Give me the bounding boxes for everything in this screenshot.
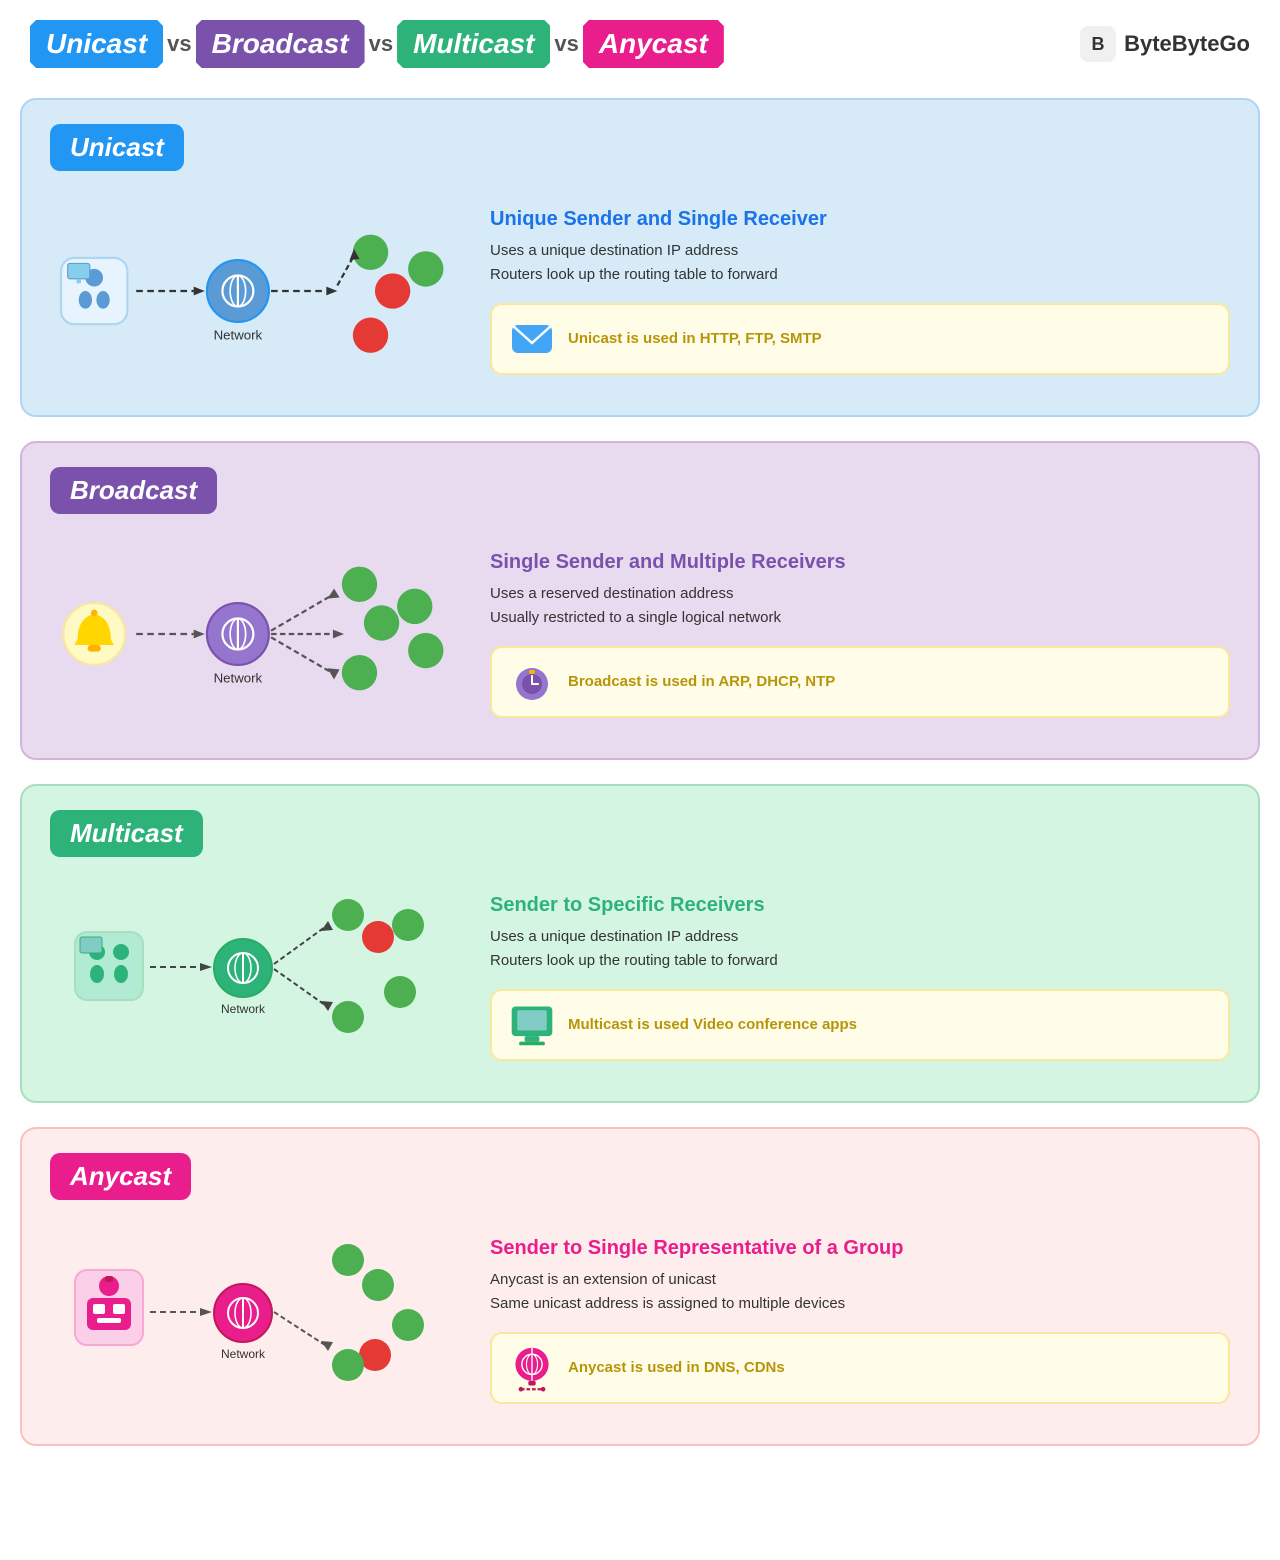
unicast-section: Unicast — [20, 98, 1260, 417]
multicast-section: Multicast — [20, 784, 1260, 1103]
multicast-info: Sender to Specific Receivers Uses a uniq… — [490, 894, 1230, 1061]
unicast-use-case-text: Unicast is used in HTTP, FTP, SMTP — [568, 330, 822, 347]
multicast-diagram: Network — [50, 877, 470, 1077]
unicast-diagram: Network — [50, 191, 470, 391]
badge-multicast: Multicast — [397, 20, 550, 68]
broadcast-use-case-icon — [508, 658, 556, 706]
broadcast-section: Broadcast Netwo — [20, 441, 1260, 760]
multicast-info-title: Sender to Specific Receivers — [490, 894, 1230, 917]
header: Unicast vs Broadcast vs Multicast vs Any… — [20, 20, 1260, 68]
badge-unicast: Unicast — [30, 20, 163, 68]
multicast-info-desc: Uses a unique destination IP address Rou… — [490, 925, 1230, 973]
title-badges: Unicast vs Broadcast vs Multicast vs Any… — [30, 20, 724, 68]
unicast-body: Network Unique Sender and Single — [50, 191, 1230, 391]
badge-anycast: Anycast — [583, 20, 724, 68]
unicast-use-case: Unicast is used in HTTP, FTP, SMTP — [490, 303, 1230, 375]
svg-text:Network: Network — [221, 1347, 266, 1361]
multicast-body: Network Sender to Specific Receivers Use… — [50, 877, 1230, 1077]
multicast-use-case: Multicast is used Video conference apps — [490, 989, 1230, 1061]
multicast-use-case-text: Multicast is used Video conference apps — [568, 1016, 857, 1033]
svg-text:Network: Network — [214, 671, 263, 686]
anycast-info-title: Sender to Single Representative of a Gro… — [490, 1237, 1230, 1260]
anycast-use-case: Anycast is used in DNS, CDNs — [490, 1332, 1230, 1404]
svg-text:Network: Network — [214, 328, 263, 343]
broadcast-info: Single Sender and Multiple Receivers Use… — [490, 551, 1230, 718]
broadcast-info-desc: Uses a reserved destination address Usua… — [490, 582, 1230, 630]
multicast-title: Multicast — [50, 810, 203, 857]
anycast-use-case-text: Anycast is used in DNS, CDNs — [568, 1359, 785, 1376]
broadcast-use-case: Broadcast is used in ARP, DHCP, NTP — [490, 646, 1230, 718]
anycast-section: Anycast — [20, 1127, 1260, 1446]
broadcast-body: Network Single Sender and Multiple Recei… — [50, 534, 1230, 734]
badge-broadcast: Broadcast — [196, 20, 365, 68]
multicast-use-case-icon — [508, 1001, 556, 1049]
unicast-title: Unicast — [50, 124, 184, 171]
anycast-info: Sender to Single Representative of a Gro… — [490, 1237, 1230, 1404]
anycast-info-desc: Anycast is an extension of unicast Same … — [490, 1268, 1230, 1316]
broadcast-use-case-text: Broadcast is used in ARP, DHCP, NTP — [568, 673, 835, 690]
broadcast-info-title: Single Sender and Multiple Receivers — [490, 551, 1230, 574]
unicast-info-desc: Uses a unique destination IP address Rou… — [490, 239, 1230, 287]
unicast-info-title: Unique Sender and Single Receiver — [490, 208, 1230, 231]
brand-icon: B — [1080, 26, 1116, 62]
unicast-use-case-icon — [508, 315, 556, 363]
broadcast-diagram: Network — [50, 534, 470, 734]
brand: B ByteByteGo — [1080, 26, 1250, 62]
anycast-diagram: Network — [50, 1220, 470, 1420]
anycast-use-case-icon — [508, 1344, 556, 1392]
vs-3: vs — [554, 31, 578, 57]
svg-text:B: B — [1092, 34, 1105, 54]
svg-text:Network: Network — [221, 1002, 266, 1016]
anycast-body: Network Sender to Single Representative … — [50, 1220, 1230, 1420]
unicast-info: Unique Sender and Single Receiver Uses a… — [490, 208, 1230, 375]
vs-1: vs — [167, 31, 191, 57]
anycast-title: Anycast — [50, 1153, 191, 1200]
broadcast-title: Broadcast — [50, 467, 217, 514]
vs-2: vs — [369, 31, 393, 57]
brand-name: ByteByteGo — [1124, 31, 1250, 57]
